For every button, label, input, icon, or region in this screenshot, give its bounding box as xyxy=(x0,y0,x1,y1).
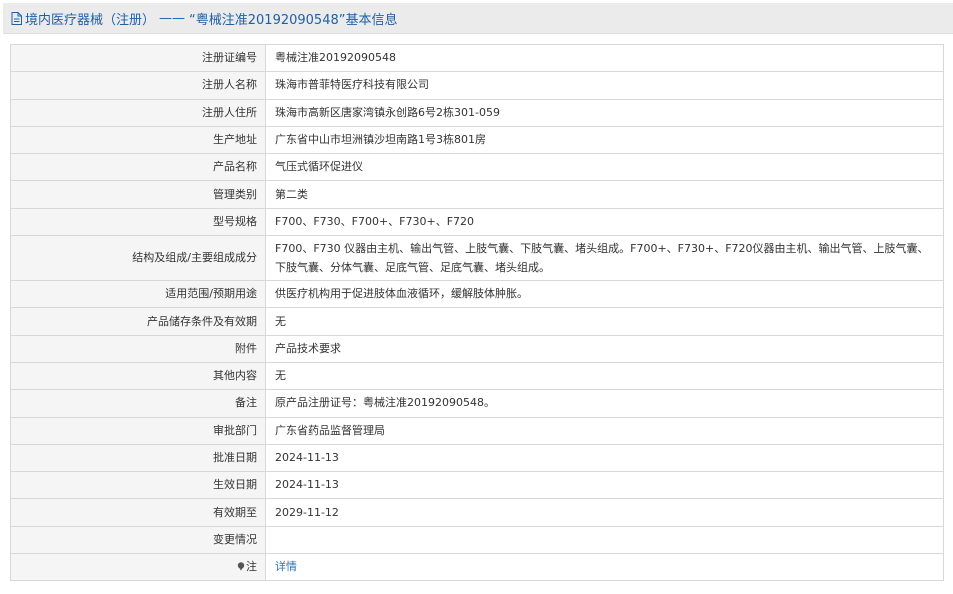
row-value: 2024-11-13 xyxy=(265,443,944,473)
note-icon xyxy=(237,562,245,571)
row-value xyxy=(265,525,944,555)
row-value: 2029-11-12 xyxy=(265,498,944,527)
row-label: 型号规格 xyxy=(10,207,266,237)
table-row: 其他内容无 xyxy=(10,361,944,391)
document-icon xyxy=(11,11,22,25)
row-label: 管理类别 xyxy=(10,180,266,209)
row-value: 广东省药品监督管理局 xyxy=(265,416,944,445)
row-value: F700、F730、F700+、F730+、F720 xyxy=(265,207,944,237)
row-value: F700、F730 仪器由主机、输出气管、上肢气囊、下肢气囊、堵头组成。F700… xyxy=(265,235,944,282)
row-label: 附件 xyxy=(10,334,266,363)
table-row: 附件 产品技术要求 xyxy=(10,334,944,363)
row-value: 无 xyxy=(265,361,944,391)
row-value: 2024-11-13 xyxy=(265,471,944,500)
table-row: 管理类别 第二类 xyxy=(10,180,944,209)
row-value: 原产品注册证号：粤械注准20192090548。 xyxy=(265,389,944,418)
row-value: 珠海市高新区唐家湾镇永创路6号2栋301-059 xyxy=(265,98,944,127)
table-row: 有效期至 2029-11-12 xyxy=(10,498,944,527)
row-value-note: 详情 xyxy=(265,553,944,582)
row-label: 备注 xyxy=(10,389,266,418)
title-suffix: 基本信息 xyxy=(345,12,398,28)
row-label: 产品名称 xyxy=(10,153,266,182)
row-label: 结构及组成/主要组成成分 xyxy=(10,235,266,282)
table-row: 注册人住所 珠海市高新区唐家湾镇永创路6号2栋301-059 xyxy=(10,98,944,127)
row-value: 气压式循环促进仪 xyxy=(265,153,944,182)
row-value: 无 xyxy=(265,307,944,336)
title-category: 境内医疗器械（注册） xyxy=(25,12,156,28)
table-row: 型号规格 F700、F730、F700+、F730+、F720 xyxy=(10,207,944,237)
table-row: 注册证编号 粤械注准20192090548 xyxy=(10,43,944,73)
row-label: 适用范围/预期用途 xyxy=(10,280,266,309)
row-value: 珠海市普菲特医疗科技有限公司 xyxy=(265,71,944,100)
row-label: 注册人住所 xyxy=(10,98,266,127)
table-row: 产品储存条件及有效期无 xyxy=(10,307,944,336)
row-label: 批准日期 xyxy=(10,443,266,473)
row-value: 广东省中山市坦洲镇沙坦南路1号3栋801房 xyxy=(265,125,944,155)
row-label: 注册证编号 xyxy=(10,43,266,73)
row-label: 生效日期 xyxy=(10,471,266,500)
row-value: 第二类 xyxy=(265,180,944,209)
table-row: 注册人名称 珠海市普菲特医疗科技有限公司 xyxy=(10,71,944,100)
row-value: 供医疗机构用于促进肢体血液循环，缓解肢体肿胀。 xyxy=(265,280,944,309)
table-row: 生产地址 广东省中山市坦洲镇沙坦南路1号3栋801房 xyxy=(10,125,944,155)
title-registration-number: “粤械注准20192090548” xyxy=(189,12,346,28)
row-label: 注册人名称 xyxy=(10,71,266,100)
row-value: 粤械注准20192090548 xyxy=(265,43,944,73)
row-label: 变更情况 xyxy=(10,525,266,555)
table-row: 适用范围/预期用途 供医疗机构用于促进肢体血液循环，缓解肢体肿胀。 xyxy=(10,280,944,309)
table-row: 产品名称 气压式循环促进仪 xyxy=(10,153,944,182)
table-row: 结构及组成/主要组成成分 F700、F730 仪器由主机、输出气管、上肢气囊、下肢… xyxy=(10,235,944,282)
device-info-table: 注册证编号 粤械注准20192090548 注册人名称 珠海市普菲特医疗科技有限公司注… xyxy=(10,43,944,582)
table-row: 变更情况 xyxy=(10,525,944,555)
row-value: 产品技术要求 xyxy=(265,334,944,363)
details-link[interactable]: 详情 xyxy=(275,560,297,573)
row-label: 产品储存条件及有效期 xyxy=(10,307,266,336)
table-row: 生效日期 2024-11-13 xyxy=(10,471,944,500)
row-label: 有效期至 xyxy=(10,498,266,527)
row-label: 其他内容 xyxy=(10,361,266,391)
page-title-bar: 境内医疗器械（注册） —— “粤械注准20192090548” 基本信息 xyxy=(3,3,953,34)
row-label: 审批部门 xyxy=(10,416,266,445)
row-label-note: 注 xyxy=(10,553,266,582)
title-separator: —— xyxy=(159,10,186,26)
note-label: 注 xyxy=(246,560,257,574)
info-table-body: 注册证编号 粤械注准20192090548 注册人名称 珠海市普菲特医疗科技有限公司注… xyxy=(10,43,944,555)
row-label: 生产地址 xyxy=(10,125,266,155)
table-row: 审批部门 广东省药品监督管理局 xyxy=(10,416,944,445)
table-row: 备注 原产品注册证号：粤械注准20192090548。 xyxy=(10,389,944,418)
table-row-note: 注 详情 xyxy=(10,553,944,582)
table-row: 批准日期 2024-11-13 xyxy=(10,443,944,473)
